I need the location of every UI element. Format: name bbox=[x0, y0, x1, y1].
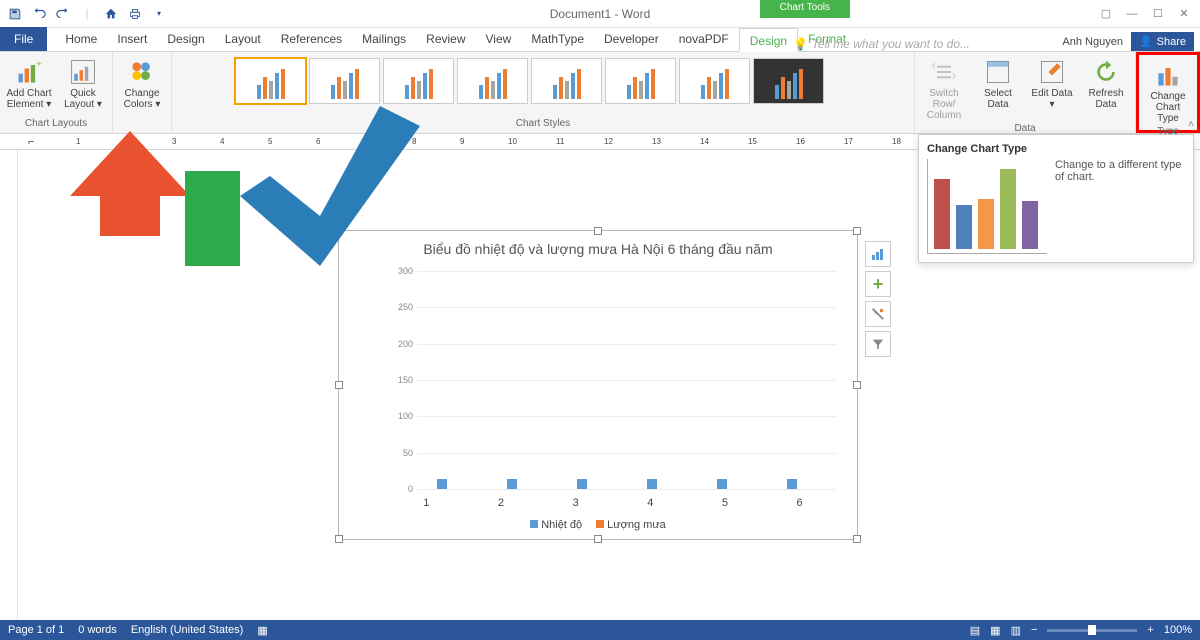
maximize-icon[interactable]: ☐ bbox=[1146, 3, 1170, 25]
view-web-layout-icon[interactable]: ▥ bbox=[1011, 624, 1021, 637]
tab-mailings[interactable]: Mailings bbox=[352, 27, 416, 51]
status-macro-icon[interactable]: ▦ bbox=[257, 624, 267, 637]
embedded-chart[interactable]: Biểu đồ nhiệt độ và lượng mưa Hà Nội 6 t… bbox=[338, 230, 858, 540]
chart-style-7[interactable] bbox=[679, 58, 750, 104]
tooltip-preview-icon bbox=[927, 159, 1047, 254]
tab-developer[interactable]: Developer bbox=[594, 27, 669, 51]
zoom-out-icon[interactable]: − bbox=[1031, 624, 1037, 636]
minimize-icon[interactable]: — bbox=[1120, 3, 1144, 25]
chart-filters-button[interactable] bbox=[865, 301, 891, 327]
edit-data-button[interactable]: Edit Data ▾ bbox=[1027, 56, 1077, 112]
zoom-level[interactable]: 100% bbox=[1164, 624, 1192, 636]
chart-style-5[interactable] bbox=[531, 58, 602, 104]
user-name[interactable]: Anh Nguyen bbox=[1062, 36, 1123, 48]
collapse-ribbon-icon[interactable]: ˄ bbox=[1188, 119, 1194, 130]
svg-text:+: + bbox=[36, 59, 42, 70]
zoom-in-icon[interactable]: + bbox=[1147, 624, 1153, 636]
home-icon[interactable] bbox=[100, 3, 122, 25]
change-colors-button[interactable]: Change Colors ▾ bbox=[117, 56, 167, 112]
tab-insert[interactable]: Insert bbox=[107, 27, 157, 51]
ribbon-tab-strip: File Home Insert Design Layout Reference… bbox=[0, 28, 1200, 52]
group-label-layouts: Chart Layouts bbox=[25, 118, 87, 131]
chart-layout-options-button[interactable] bbox=[865, 331, 891, 357]
tab-review[interactable]: Review bbox=[416, 27, 475, 51]
tab-layout[interactable]: Layout bbox=[215, 27, 271, 51]
tooltip-title: Change Chart Type bbox=[927, 143, 1185, 155]
status-bar: Page 1 of 1 0 words English (United Stat… bbox=[0, 620, 1200, 640]
document-title: Document1 - Word bbox=[550, 7, 650, 21]
chart-style-1[interactable] bbox=[235, 58, 306, 104]
quick-layout-button[interactable]: Quick Layout ▾ bbox=[58, 56, 108, 112]
close-icon[interactable]: ✕ bbox=[1172, 3, 1196, 25]
change-chart-type-tooltip: Change Chart Type Change to a different … bbox=[918, 134, 1194, 263]
window-controls: ▢ — ☐ ✕ bbox=[1094, 3, 1200, 25]
chart-style-8[interactable] bbox=[753, 58, 824, 104]
tab-file[interactable]: File bbox=[0, 27, 47, 51]
status-word-count[interactable]: 0 words bbox=[78, 624, 117, 636]
tab-design-doc[interactable]: Design bbox=[157, 27, 214, 51]
quick-access-toolbar: | ▾ bbox=[0, 3, 170, 25]
chart-plot-area[interactable]: 050100150200250300 bbox=[389, 271, 837, 489]
tab-mathtype[interactable]: MathType bbox=[521, 27, 594, 51]
chart-tools-contextual-tab: Chart Tools bbox=[760, 0, 850, 18]
title-bar: | ▾ Document1 - Word Chart Tools ▢ — ☐ ✕ bbox=[0, 0, 1200, 28]
chart-side-buttons: + bbox=[865, 241, 891, 357]
redo-icon[interactable] bbox=[52, 3, 74, 25]
tell-me-search[interactable]: Tell me what you want to do... bbox=[793, 37, 970, 51]
chart-legend[interactable]: Nhiệt độ Lượng mưa bbox=[339, 519, 857, 531]
qat-dropdown-icon[interactable]: ▾ bbox=[148, 3, 170, 25]
share-icon: 👤 bbox=[1139, 35, 1153, 48]
tab-view[interactable]: View bbox=[476, 27, 522, 51]
view-read-mode-icon[interactable]: ▤ bbox=[970, 624, 980, 637]
print-icon[interactable] bbox=[124, 3, 146, 25]
chart-style-2[interactable] bbox=[309, 58, 380, 104]
tooltip-description: Change to a different type of chart. bbox=[1055, 159, 1185, 183]
ribbon-options-icon[interactable]: ▢ bbox=[1094, 3, 1118, 25]
tab-novapdf[interactable]: novaPDF bbox=[669, 27, 739, 51]
chart-style-gallery[interactable] bbox=[233, 56, 853, 106]
chart-style-3[interactable] bbox=[383, 58, 454, 104]
switch-row-column-button[interactable]: Switch Row/ Column bbox=[919, 56, 969, 123]
chart-styles-button[interactable]: + bbox=[865, 271, 891, 297]
tab-references[interactable]: References bbox=[271, 27, 352, 51]
select-data-button[interactable]: Select Data bbox=[973, 56, 1023, 112]
tab-home[interactable]: Home bbox=[55, 27, 107, 51]
save-icon[interactable] bbox=[4, 3, 26, 25]
chart-elements-button[interactable] bbox=[865, 241, 891, 267]
group-label-styles: Chart Styles bbox=[516, 118, 570, 131]
undo-icon[interactable] bbox=[28, 3, 50, 25]
chart-style-4[interactable] bbox=[457, 58, 528, 104]
chart-x-labels: 123456 bbox=[389, 497, 837, 509]
status-page[interactable]: Page 1 of 1 bbox=[8, 624, 64, 636]
share-button[interactable]: 👤Share bbox=[1131, 32, 1194, 51]
refresh-data-button[interactable]: Refresh Data bbox=[1081, 56, 1131, 112]
change-chart-type-button[interactable]: Change Chart Type bbox=[1143, 59, 1193, 126]
add-chart-element-button[interactable]: + Add Chart Element ▾ bbox=[4, 56, 54, 112]
zoom-slider[interactable] bbox=[1047, 629, 1137, 632]
qat-divider: | bbox=[76, 3, 98, 25]
chart-title[interactable]: Biểu đồ nhiệt độ và lượng mưa Hà Nội 6 t… bbox=[339, 231, 857, 261]
status-language[interactable]: English (United States) bbox=[131, 624, 244, 636]
tab-chart-design[interactable]: Design bbox=[739, 28, 798, 52]
ribbon-panel: + Add Chart Element ▾ Quick Layout ▾ Cha… bbox=[0, 52, 1200, 134]
view-print-layout-icon[interactable]: ▦ bbox=[990, 624, 1000, 637]
chart-style-6[interactable] bbox=[605, 58, 676, 104]
vertical-ruler[interactable] bbox=[0, 150, 18, 620]
